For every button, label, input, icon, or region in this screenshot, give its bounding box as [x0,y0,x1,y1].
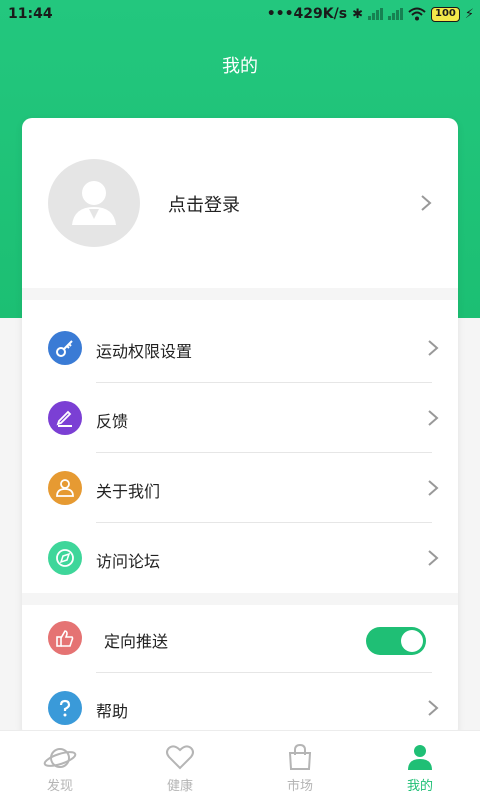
chevron-right-icon [428,550,439,566]
menu-item-motion-permission[interactable]: 运动权限设置 [22,313,458,383]
heart-icon [166,745,194,770]
tab-label: 发现 [46,779,73,794]
planet-icon [43,748,77,768]
menu-item-about-us[interactable]: 关于我们 [22,453,458,523]
tab-label: 健康 [166,779,193,794]
tab-discover[interactable]: 发现 [0,731,120,800]
avatar[interactable] [48,159,140,247]
charging-icon: ⚡ [464,6,474,22]
menu-label: 反馈 [96,412,129,431]
tab-label: 市场 [286,779,313,794]
chevron-right-icon [428,410,439,426]
user-icon [408,745,432,770]
compass-icon [48,541,82,575]
network-speed: •••429K/s [266,6,348,22]
menu-label: 访问论坛 [96,552,161,571]
status-time: 11:44 [8,6,53,22]
chevron-right-icon [428,700,439,716]
menu-label: 关于我们 [96,482,161,501]
bluetooth-icon: ✱ [352,6,363,22]
bottom-tab-bar: 发现 健康 市场 我的 [0,730,480,800]
section-divider [22,288,458,300]
tab-label: 我的 [406,779,433,794]
menu-item-help[interactable]: 帮助 [22,673,458,738]
pen-icon [48,401,82,435]
chevron-right-icon [428,480,439,496]
menu-label: 定向推送 [104,632,169,651]
bag-icon [288,743,312,770]
menu-item-targeted-push: 定向推送 [22,603,458,673]
signal-icon [367,8,383,20]
chevron-right-icon [421,195,432,211]
tab-market[interactable]: 市场 [240,731,360,800]
person-icon [48,471,82,505]
chevron-right-icon [428,340,439,356]
key-icon [48,331,82,365]
page-title: 我的 [222,56,258,77]
menu-item-visit-forum[interactable]: 访问论坛 [22,523,458,593]
tab-mine[interactable]: 我的 [360,731,480,800]
targeted-push-toggle[interactable] [366,627,426,655]
signal-icon-2 [387,8,403,20]
status-bar: 11:44 •••429K/s ✱ 100 ⚡ [0,0,480,30]
menu-item-feedback[interactable]: 反馈 [22,383,458,453]
wifi-icon [408,7,426,21]
battery-indicator: 100 [430,6,460,22]
toggle-knob [401,630,423,652]
tab-health[interactable]: 健康 [120,731,240,800]
menu-label: 帮助 [96,702,129,721]
thumbs-up-icon [48,621,82,655]
login-label: 点击登录 [168,195,240,216]
login-row[interactable]: 点击登录 [22,118,458,288]
question-icon [48,691,82,725]
profile-card: 点击登录 运动权限设置 反馈 关于我们 访问论坛 定向推送 帮助 [22,118,458,738]
default-avatar-icon [72,181,116,225]
menu-label: 运动权限设置 [96,342,193,361]
